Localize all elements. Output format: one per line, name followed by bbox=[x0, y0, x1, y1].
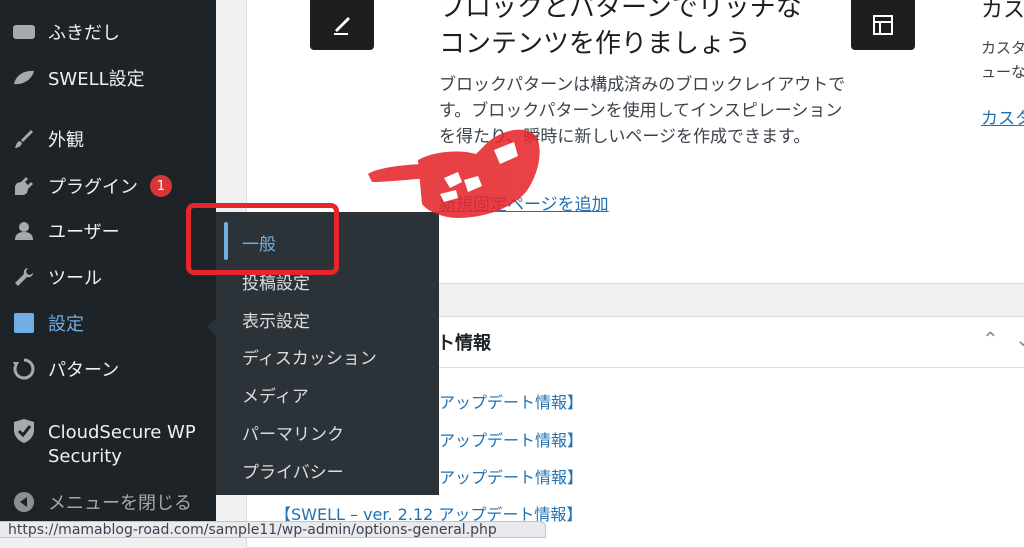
user-icon bbox=[12, 219, 36, 243]
submenu-item-media[interactable]: メディア bbox=[242, 382, 309, 407]
sidebar-item-users[interactable]: ユーザー bbox=[0, 211, 216, 251]
plugin-icon bbox=[12, 174, 36, 198]
shield-check-icon bbox=[12, 419, 36, 443]
sidebar-item-patterns[interactable]: パターン bbox=[0, 349, 216, 389]
sidebar-item-label: ツール bbox=[48, 268, 102, 289]
sidebar-item-fukidashi[interactable]: ふきだし bbox=[0, 12, 216, 52]
customize-section-title: カスタ bbox=[981, 0, 1024, 23]
news-link[interactable]: アップデート情報】 bbox=[439, 389, 583, 413]
highlight-annotation-box bbox=[186, 203, 339, 275]
admin-sidebar: ふきだし SWELL設定 外観 プラグイン 1 ユーザー ツール 設定 パターン… bbox=[0, 0, 216, 538]
collapse-arrow-icon bbox=[12, 490, 36, 514]
pattern-section-title: ブロックとパターンでリッチな コンテンツを作りましょう bbox=[439, 0, 802, 59]
customize-section-description: カスタマ ニューな bbox=[981, 39, 1024, 81]
widget-title: ト情報 bbox=[437, 333, 491, 354]
sidebar-item-label: 設定 bbox=[48, 314, 84, 335]
sidebar-item-label: ユーザー bbox=[48, 222, 120, 243]
sidebar-item-label: CloudSecure WP Security bbox=[48, 422, 196, 467]
sidebar-item-label: 外観 bbox=[48, 130, 84, 151]
chevron-up-icon[interactable]: ⌃ bbox=[982, 327, 999, 351]
active-menu-arrow bbox=[207, 318, 216, 336]
speech-bubble-icon bbox=[12, 20, 36, 44]
news-link[interactable]: アップデート情報】 bbox=[439, 464, 583, 488]
pattern-refresh-icon bbox=[12, 357, 36, 381]
sidebar-item-label: ふきだし bbox=[48, 23, 120, 44]
customize-link[interactable]: カスタマ bbox=[981, 104, 1024, 129]
wrench-icon bbox=[12, 265, 36, 289]
layout-block-icon bbox=[851, 0, 915, 50]
submenu-item-privacy[interactable]: プライバシー bbox=[242, 458, 344, 483]
sidebar-item-settings[interactable]: 設定 bbox=[0, 303, 216, 343]
sidebar-item-tools[interactable]: ツール bbox=[0, 257, 216, 297]
sidebar-item-swell-settings[interactable]: SWELL設定 bbox=[0, 58, 216, 98]
plugin-update-badge: 1 bbox=[150, 175, 172, 197]
swell-leaf-icon bbox=[12, 66, 36, 90]
pencil-block-icon bbox=[310, 0, 374, 50]
sidebar-item-label: SWELL設定 bbox=[48, 69, 145, 90]
sidebar-item-label: メニューを閉じる bbox=[48, 493, 192, 514]
paintbrush-icon bbox=[12, 127, 36, 151]
sidebar-item-plugins[interactable]: プラグイン 1 bbox=[0, 166, 216, 206]
collapse-menu-button[interactable]: メニューを閉じる bbox=[0, 482, 216, 522]
sidebar-item-label: パターン bbox=[48, 360, 120, 381]
chevron-down-icon[interactable]: ⌄ bbox=[1015, 327, 1024, 351]
sidebar-item-label: プラグイン bbox=[48, 177, 138, 198]
sidebar-item-appearance[interactable]: 外観 bbox=[0, 119, 216, 159]
pointing-hand-icon bbox=[368, 129, 540, 218]
settings-sliders-icon bbox=[12, 311, 36, 335]
submenu-item-discussion[interactable]: ディスカッション bbox=[242, 344, 377, 369]
submenu-item-reading[interactable]: 表示設定 bbox=[242, 307, 310, 332]
news-link[interactable]: アップデート情報】 bbox=[439, 427, 583, 451]
submenu-item-permalinks[interactable]: パーマリンク bbox=[242, 420, 344, 445]
status-bar-url: https://mamablog-road.com/sample11/wp-ad… bbox=[0, 521, 546, 538]
